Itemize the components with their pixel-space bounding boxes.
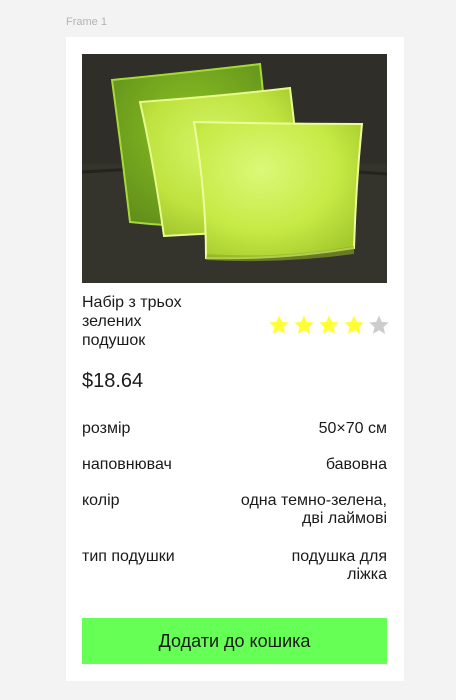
star-icon bbox=[344, 315, 364, 334]
spec-value: подушка для ліжка bbox=[291, 548, 387, 583]
spec-value: 50×70 см bbox=[318, 420, 387, 437]
spec-row-size: розмір 50×70 см bbox=[82, 420, 387, 438]
spec-label: колір bbox=[82, 492, 120, 509]
rating-stars bbox=[267, 313, 391, 337]
product-card: Набір з трьох зелених подушок $18.64 роз… bbox=[66, 37, 404, 681]
star-icon bbox=[294, 315, 314, 334]
product-image bbox=[82, 54, 387, 283]
product-price: $18.64 bbox=[82, 370, 144, 392]
spec-label: тип подушки bbox=[82, 548, 175, 565]
spec-row-filling: наповнювач бавовна bbox=[82, 456, 387, 474]
spec-list: розмір 50×70 см наповнювач бавовна колір… bbox=[82, 417, 387, 584]
spec-label: наповнювач bbox=[82, 456, 172, 473]
pillows-photo bbox=[82, 54, 387, 283]
product-title: Набір з трьох зелених подушок bbox=[82, 294, 182, 349]
star-empty-icon bbox=[369, 315, 389, 334]
spec-value: одна темно-зелена, дві лаймові bbox=[240, 492, 387, 527]
spec-row-color: колір одна темно-зелена, дві лаймові bbox=[82, 492, 387, 528]
spec-label: розмір bbox=[82, 420, 131, 437]
star-icon bbox=[319, 315, 339, 334]
add-to-cart-button[interactable]: Додати до кошика bbox=[82, 618, 387, 664]
star-icon bbox=[269, 315, 289, 334]
frame-label: Frame 1 bbox=[66, 16, 107, 28]
spec-row-type: тип подушки подушка для ліжка bbox=[82, 548, 387, 584]
spec-value: бавовна bbox=[325, 456, 387, 473]
